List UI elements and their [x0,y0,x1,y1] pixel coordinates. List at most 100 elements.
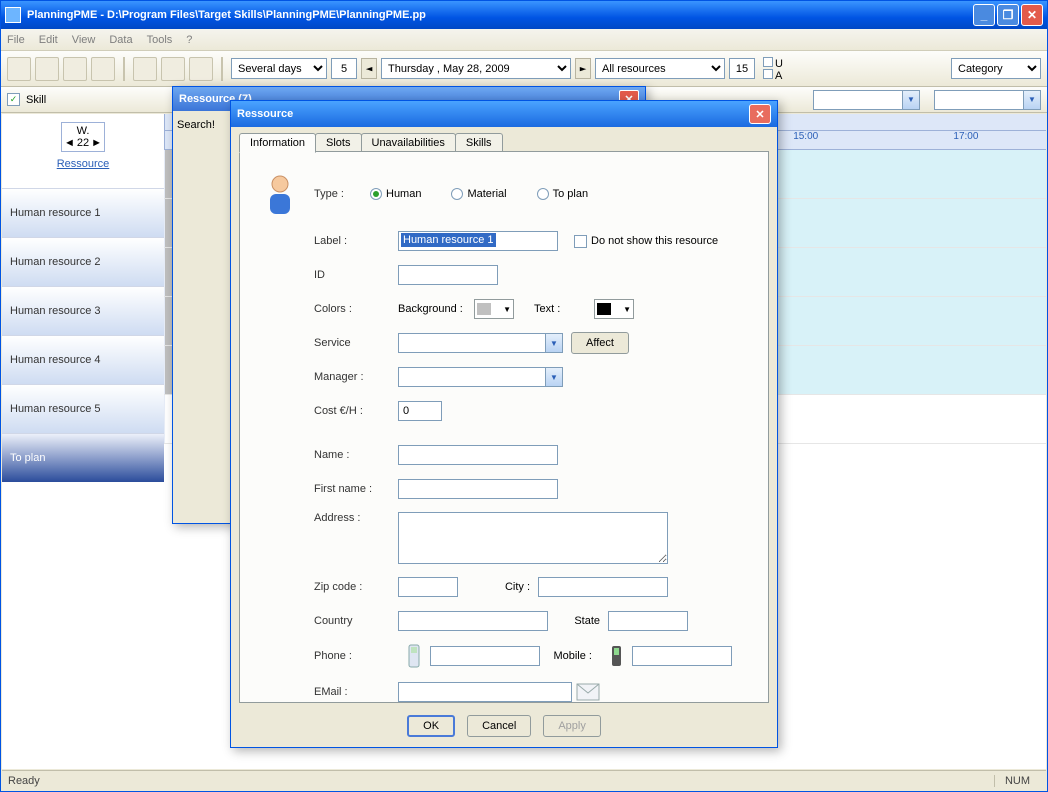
app-title: PlanningPME - D:\Program Files\Target Sk… [27,9,426,21]
category-select[interactable]: Category [951,58,1041,79]
city-label: City : [458,581,538,593]
status-bar: Ready NUM [2,770,1046,790]
tab-information[interactable]: Information [239,133,316,153]
radio-toplan[interactable]: To plan [537,188,588,200]
phone-icon [402,644,426,668]
range-select[interactable]: Several days [231,58,327,79]
resource-count-input[interactable] [729,58,755,79]
tb-icon-2[interactable] [35,57,59,81]
radio-material[interactable]: Material [451,188,506,200]
label-label: Label : [314,235,398,247]
dont-show-checkbox[interactable] [574,235,587,248]
radio-dot-icon [537,188,549,200]
name-label: Name : [314,449,398,461]
menu-help[interactable]: ? [186,34,192,46]
week-header[interactable]: W. ◄22► [61,122,105,152]
skill-checkbox[interactable]: ✓ [7,93,20,106]
label-field[interactable]: Human resource 1 [398,231,558,251]
prev-button[interactable]: ◄ [361,58,377,79]
radio-toplan-label: To plan [553,188,588,200]
week-number: 22 [77,137,89,149]
date-select[interactable]: Thursday , May 28, 2009 [381,58,571,79]
apply-button[interactable]: Apply [543,715,601,737]
id-field[interactable] [398,265,498,285]
city-field[interactable] [538,577,668,597]
resource-dialog-titlebar[interactable]: Ressource ✕ [231,101,777,127]
text-color-picker[interactable]: ▼ [594,299,634,319]
range-count-input[interactable] [331,58,357,79]
menu-data[interactable]: Data [109,34,132,46]
resource-dialog-close-button[interactable]: ✕ [749,104,771,124]
dont-show-label: Do not show this resource [591,235,718,247]
tb-icon-7[interactable] [189,57,213,81]
maximize-button[interactable]: ❐ [997,4,1019,26]
a-label: A [775,70,782,82]
resource-row[interactable]: Human resource 2 [2,237,164,286]
tb-icon-5[interactable] [133,57,157,81]
tb-icon-6[interactable] [161,57,185,81]
zip-field[interactable] [398,577,458,597]
minimize-button[interactable]: _ [973,4,995,26]
manager-combo[interactable]: ▼ [398,367,563,387]
state-label: State [548,615,608,627]
address-field[interactable] [398,512,668,564]
resource-row[interactable]: Human resource 3 [2,286,164,335]
manager-label: Manager : [314,371,398,383]
u-checkbox[interactable] [763,57,773,67]
cancel-button[interactable]: Cancel [467,715,531,737]
menu-tools[interactable]: Tools [147,34,173,46]
resource-row[interactable]: Human resource 5 [2,384,164,433]
type-label: Type : [314,188,370,200]
right-combo-1[interactable]: ▼ [813,90,920,110]
address-label: Address : [314,512,398,524]
service-label: Service [314,337,398,349]
email-label: EMail : [314,686,398,698]
resource-row[interactable]: Human resource 1 [2,188,164,237]
mobile-icon [604,644,628,668]
phone-field[interactable] [430,646,540,666]
cost-label: Cost €/H : [314,405,398,417]
tb-icon-1[interactable] [7,57,31,81]
label-value: Human resource 1 [401,233,496,247]
cost-field[interactable] [398,401,442,421]
tab-unavailabilities[interactable]: Unavailabilities [361,133,456,153]
resource-dialog: Ressource ✕ Information Slots Unavailabi… [230,100,778,748]
titlebar[interactable]: PlanningPME - D:\Program Files\Target Sk… [1,1,1047,29]
ua-toggles: U A [763,57,783,81]
sidebar-title[interactable]: Ressource [2,158,164,170]
country-field[interactable] [398,611,548,631]
dialog-tabs: Information Slots Unavailabilities Skill… [239,133,502,153]
firstname-field[interactable] [398,479,558,499]
skill-label: Skill [26,94,46,106]
tb-icon-3[interactable] [63,57,87,81]
background-color-picker[interactable]: ▼ [474,299,514,319]
email-icon [576,680,600,704]
next-button[interactable]: ► [575,58,591,79]
email-field[interactable] [398,682,572,702]
tab-skills[interactable]: Skills [455,133,503,153]
resource-filter-select[interactable]: All resources [595,58,725,79]
colors-label: Colors : [314,303,398,315]
list-dialog-search-label[interactable]: Search! [173,111,231,523]
state-field[interactable] [608,611,688,631]
tb-icon-4[interactable] [91,57,115,81]
right-combo-2[interactable]: ▼ [934,90,1041,110]
a-checkbox[interactable] [763,69,773,79]
tab-slots[interactable]: Slots [315,133,361,153]
app-icon [5,7,21,23]
menu-edit[interactable]: Edit [39,34,58,46]
ok-button[interactable]: OK [407,715,455,737]
week-next[interactable]: ► [91,137,102,149]
resource-row[interactable]: Human resource 4 [2,335,164,384]
affect-button[interactable]: Affect [571,332,629,354]
resource-row-toplan[interactable]: To plan [2,433,164,482]
week-label: W. [64,125,102,137]
menu-view[interactable]: View [72,34,96,46]
name-field[interactable] [398,445,558,465]
service-combo[interactable]: ▼ [398,333,563,353]
radio-human[interactable]: Human [370,188,421,200]
week-prev[interactable]: ◄ [64,137,75,149]
mobile-field[interactable] [632,646,732,666]
menu-file[interactable]: File [7,34,25,46]
close-button[interactable]: ✕ [1021,4,1043,26]
